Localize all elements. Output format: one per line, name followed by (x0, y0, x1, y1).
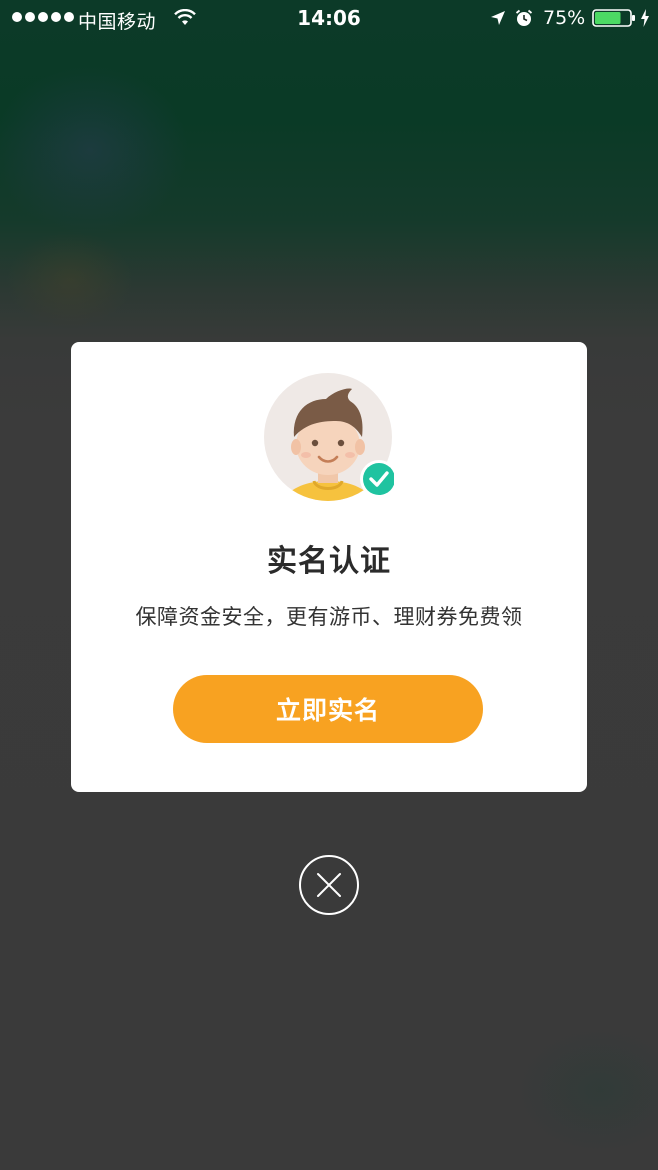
verify-now-button[interactable]: 立即实名 (173, 675, 483, 743)
location-arrow-icon (491, 11, 505, 25)
battery-percentage: 75% (543, 7, 586, 29)
modal-title: 实名认证 (267, 544, 391, 579)
verified-user-avatar-icon (264, 373, 394, 501)
verification-modal: 实名认证 保障资金安全，更有游币、理财券免费领 立即实名 (71, 342, 587, 792)
status-bar: 中国移动 14:06 75% (0, 0, 658, 36)
close-icon[interactable] (298, 854, 360, 916)
alarm-clock-icon (515, 9, 533, 26)
battery-icon (592, 9, 635, 27)
charging-bolt-icon (641, 9, 649, 27)
modal-description: 保障资金安全，更有游币、理财券免费领 (135, 605, 523, 629)
